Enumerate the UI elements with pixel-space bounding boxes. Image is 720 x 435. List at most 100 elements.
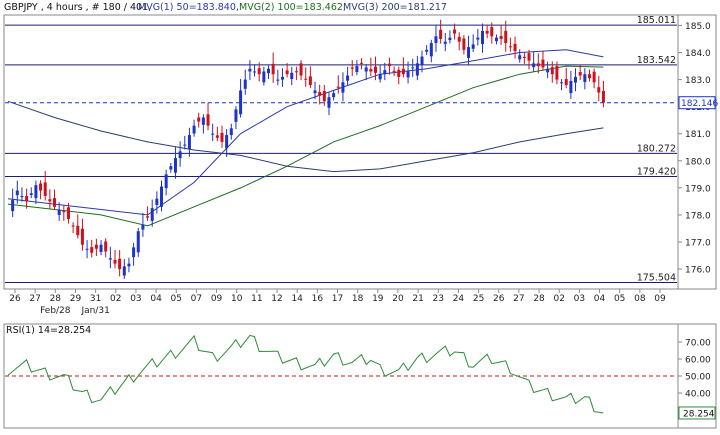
candle-body — [280, 76, 284, 80]
x-tick-label: 02 — [110, 294, 121, 304]
candle-body — [560, 82, 564, 84]
candle-body — [290, 72, 294, 80]
x-tick-label: 11 — [251, 294, 262, 304]
candle-body — [308, 76, 312, 86]
candle-body — [173, 158, 177, 173]
candle-body — [448, 37, 452, 41]
candle-body — [378, 74, 382, 80]
candle-body — [397, 69, 401, 77]
x-tick-label: 03 — [574, 294, 585, 304]
candle-body — [20, 195, 24, 198]
candle-body — [443, 41, 447, 44]
candle-body — [220, 132, 224, 142]
candle-body — [271, 63, 275, 75]
candle-body — [406, 71, 410, 78]
x-tick-label: 17 — [332, 294, 343, 304]
candle-body — [346, 75, 350, 81]
x-tick-label: 14 — [291, 294, 303, 304]
x-tick-label: 05 — [614, 294, 625, 304]
candle-body — [434, 36, 438, 44]
x-tick-label: 27 — [29, 294, 40, 304]
candle-body — [569, 80, 573, 94]
x-tick-label: 08 — [634, 294, 646, 304]
candle-body — [304, 78, 308, 80]
x-tick-label: 02 — [553, 294, 564, 304]
last-price-label: 182.146 — [681, 99, 718, 109]
price-tick-label: 180.0 — [685, 157, 711, 167]
candle-body — [322, 90, 326, 102]
candle-body — [541, 59, 545, 68]
candle-body — [583, 74, 587, 83]
candle-body — [94, 244, 98, 249]
candle-body — [522, 56, 526, 58]
candle-body — [601, 90, 605, 103]
candle-body — [178, 151, 182, 159]
candle-body — [164, 174, 168, 189]
level-label: 175.504 — [637, 272, 676, 283]
candle-body — [499, 36, 503, 40]
candle-body — [587, 74, 591, 79]
candle-body — [34, 185, 38, 199]
x-tick-label: 20 — [392, 294, 404, 304]
candle-body — [229, 128, 233, 136]
candle-body — [118, 258, 122, 270]
candle-body — [383, 70, 387, 75]
candle-body — [564, 79, 568, 86]
candle-body — [480, 30, 484, 45]
rsi-last-label: 28.254 — [683, 409, 715, 419]
candle-body — [192, 125, 196, 134]
candle-body — [132, 247, 136, 258]
ma200-legend: MVG(3) 200=181.217 — [343, 2, 447, 13]
candle-body — [197, 117, 201, 122]
candle-body — [462, 38, 466, 50]
level-label: 185.011 — [637, 15, 676, 26]
rsi-tick-label: 50.00 — [685, 373, 711, 383]
candle-body — [350, 67, 354, 69]
x-tick-label: 26 — [493, 294, 505, 304]
candle-body — [71, 225, 75, 227]
x-tick-label: 28 — [533, 294, 545, 304]
candle-body — [332, 93, 336, 98]
candle-body — [536, 63, 540, 67]
candle-body — [513, 43, 517, 52]
candle-body — [457, 36, 461, 42]
month-label: Jan/31 — [80, 306, 109, 316]
level-label: 179.420 — [637, 166, 676, 177]
candle-body — [248, 68, 252, 72]
x-tick-label: 23 — [433, 294, 444, 304]
candle-body — [66, 207, 70, 219]
level-label: 183.542 — [637, 55, 676, 66]
candle-body — [369, 69, 373, 72]
candle-body — [39, 183, 43, 191]
candle-body — [85, 248, 89, 250]
candle-body — [360, 62, 364, 64]
candle-body — [150, 208, 154, 221]
x-tick-label: 07 — [191, 294, 202, 304]
candle-body — [183, 144, 187, 146]
candle-body — [508, 46, 512, 48]
x-tick-label: 09 — [654, 294, 666, 304]
candle-body — [592, 71, 596, 83]
candle-body — [373, 66, 377, 73]
candle-body — [485, 30, 489, 34]
candle-body — [574, 76, 578, 83]
candle-body — [48, 199, 52, 202]
candle-body — [336, 86, 340, 88]
candle-body — [429, 43, 433, 57]
candle-body — [169, 166, 173, 170]
x-tick-label: 27 — [513, 294, 524, 304]
candle-body — [127, 263, 131, 267]
candle-body — [318, 92, 322, 96]
candle-body — [62, 211, 66, 213]
price-tick-label: 176.0 — [685, 266, 711, 276]
candle-body — [267, 68, 271, 74]
candle-body — [146, 216, 150, 218]
candle-body — [53, 198, 57, 207]
candle-body — [555, 66, 559, 80]
candle-body — [262, 71, 266, 83]
candle-body — [490, 27, 494, 37]
chart-root: GBPJPY , 4 hours , # 180 / 401, MVG(1) 5… — [0, 0, 720, 435]
x-tick-label: 24 — [453, 294, 465, 304]
candle-body — [355, 66, 359, 73]
candle-body — [285, 70, 289, 75]
